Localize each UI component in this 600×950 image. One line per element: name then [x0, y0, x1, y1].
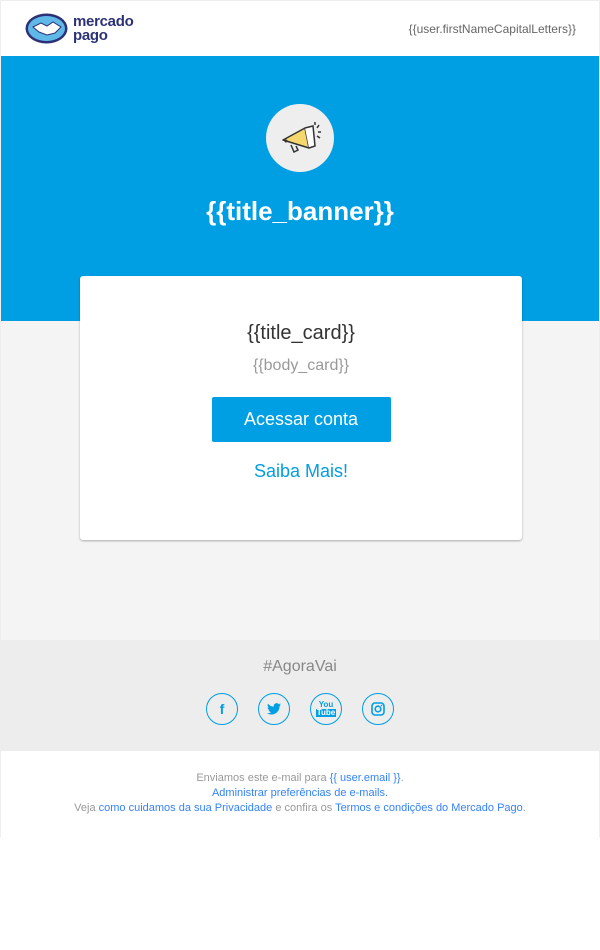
facebook-icon[interactable]: f — [206, 693, 238, 725]
terms-link[interactable]: Termos e condições do Mercado Pago — [335, 802, 523, 814]
footer-text: Veja — [74, 802, 99, 814]
handshake-icon — [25, 13, 68, 44]
card: {{title_card}} {{body_card}} Acessar con… — [80, 276, 522, 540]
email-container: mercado pago {{user.firstNameCapitalLette… — [0, 0, 600, 837]
learn-more-link[interactable]: Saiba Mais! — [80, 461, 522, 482]
email-preferences-link[interactable]: Administrar preferências de e-mails. — [212, 787, 388, 799]
card-body: {{body_card}} — [252, 357, 350, 374]
footer-text: . — [522, 802, 526, 814]
banner-title: {{title_banner}} — [206, 196, 394, 226]
header: mercado pago {{user.firstNameCapitalLette… — [1, 1, 599, 56]
footer-text: . — [400, 772, 404, 784]
social-section: #AgoraVai f You Tube — [1, 640, 599, 751]
twitter-icon[interactable] — [258, 693, 290, 725]
user-email-link[interactable]: {{ user.email }} — [330, 772, 401, 784]
footer: Enviamos este e-mail para {{ user.email … — [1, 751, 599, 837]
hashtag: #AgoraVai — [263, 658, 337, 675]
instagram-icon[interactable] — [362, 693, 394, 725]
privacy-link[interactable]: como cuidamos da sua Privacidade — [99, 802, 273, 814]
card-title: {{title_card}} — [247, 322, 355, 344]
youtube-icon[interactable]: You Tube — [310, 693, 342, 725]
mercado-pago-logo[interactable]: mercado pago — [25, 13, 134, 44]
logo-text: pago — [73, 26, 108, 44]
megaphone-icon — [266, 104, 334, 172]
user-name: {{user.firstNameCapitalLetters}} — [408, 22, 576, 36]
footer-text: Enviamos este e-mail para — [196, 772, 330, 784]
access-account-button[interactable]: Acessar conta — [211, 397, 391, 442]
footer-text: e confira os — [272, 802, 336, 814]
